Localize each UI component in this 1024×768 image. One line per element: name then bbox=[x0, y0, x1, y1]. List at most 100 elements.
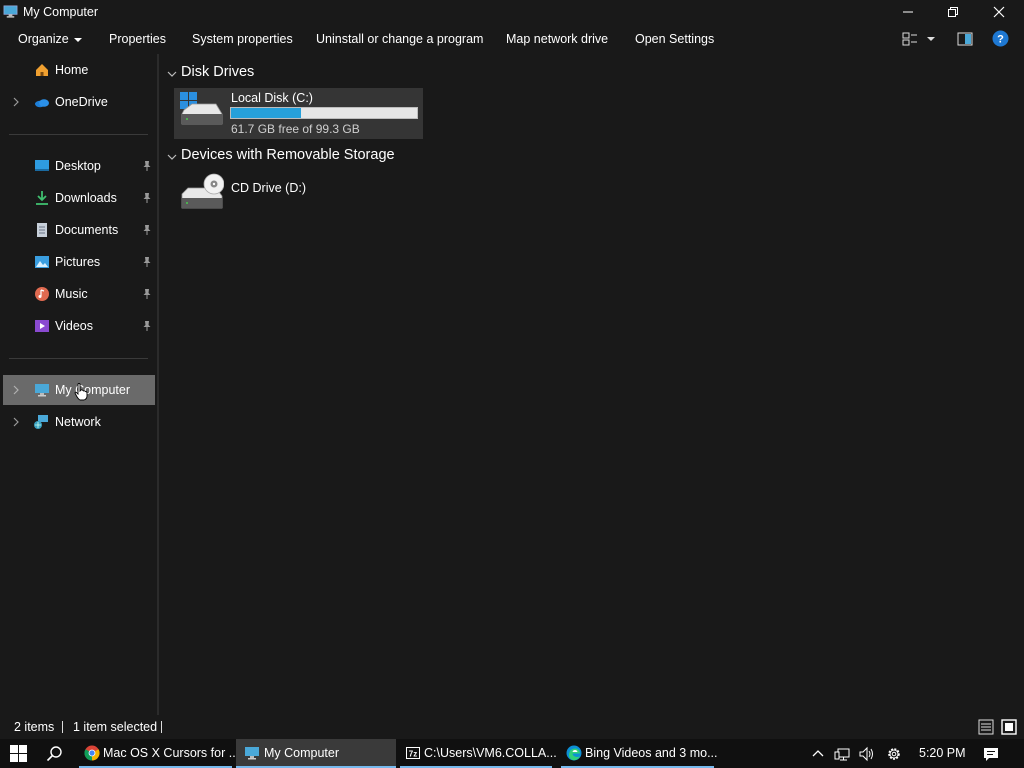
chevron-down-icon[interactable] bbox=[166, 68, 178, 80]
group-label-removable-storage: Devices with Removable Storage bbox=[181, 147, 395, 163]
system-properties-button[interactable]: System properties bbox=[192, 30, 293, 48]
drive-c-free-space: 61.7 GB free of 99.3 GB bbox=[231, 122, 360, 136]
clock[interactable]: 5:20 PM bbox=[919, 746, 966, 760]
organize-button[interactable]: Organize bbox=[18, 30, 83, 48]
pictures-icon bbox=[35, 256, 49, 268]
status-divider bbox=[161, 721, 162, 733]
nav-item-music[interactable]: Music bbox=[0, 280, 155, 308]
drive-d-label: CD Drive (D:) bbox=[231, 181, 306, 195]
pane-splitter[interactable] bbox=[157, 54, 159, 715]
title-bar[interactable]: My Computer bbox=[0, 0, 1024, 24]
window-title: My Computer bbox=[23, 5, 99, 19]
large-icons-view-icon[interactable] bbox=[1001, 719, 1017, 735]
nav-item-videos[interactable]: Videos bbox=[0, 312, 155, 340]
taskbar: Mac OS X Cursors for ... My Computer 7z … bbox=[0, 739, 1024, 768]
chevron-right-icon[interactable] bbox=[10, 384, 22, 396]
status-selection-count: 1 item selected bbox=[73, 720, 158, 734]
hand-cursor-icon bbox=[74, 383, 88, 401]
status-item-count: 2 items bbox=[14, 720, 55, 734]
nav-label-documents: Documents bbox=[55, 223, 119, 237]
open-settings-button[interactable]: Open Settings bbox=[635, 30, 714, 48]
svg-text:7z: 7z bbox=[409, 750, 417, 759]
nav-item-pictures[interactable]: Pictures bbox=[0, 248, 155, 276]
volume-icon[interactable] bbox=[858, 746, 874, 762]
command-bar: Organize Properties System properties Un… bbox=[0, 24, 1024, 54]
gear-icon[interactable] bbox=[886, 746, 902, 762]
taskbar-app-7zip[interactable]: 7z C:\Users\VM6.COLLA... bbox=[400, 739, 557, 768]
taskbar-app-edge[interactable]: Bing Videos and 3 mo... bbox=[561, 739, 718, 768]
chevron-down-icon[interactable] bbox=[166, 151, 178, 163]
taskbar-app-label: Bing Videos and 3 mo... bbox=[585, 746, 718, 760]
edge-icon bbox=[566, 745, 582, 761]
status-divider bbox=[62, 721, 63, 733]
taskbar-app-label: Mac OS X Cursors for ... bbox=[103, 746, 240, 760]
network-icon bbox=[34, 415, 48, 429]
close-icon bbox=[993, 6, 1005, 18]
drive-c-usage-fill bbox=[231, 108, 301, 118]
restore-icon bbox=[948, 7, 958, 17]
taskbar-app-chrome[interactable]: Mac OS X Cursors for ... bbox=[79, 739, 239, 768]
nav-label-home: Home bbox=[55, 63, 89, 77]
computer-icon bbox=[245, 747, 259, 760]
nav-item-documents[interactable]: Documents bbox=[0, 216, 155, 244]
group-label-disk-drives: Disk Drives bbox=[181, 64, 255, 80]
start-windows-icon[interactable] bbox=[10, 745, 27, 762]
pin-icon[interactable] bbox=[141, 288, 153, 300]
minimize-button[interactable] bbox=[885, 0, 931, 24]
caret-down-icon bbox=[73, 37, 82, 42]
status-bar: 2 items 1 item selected bbox=[0, 715, 1024, 739]
preview-pane-icon[interactable] bbox=[957, 31, 973, 47]
pin-icon[interactable] bbox=[141, 320, 153, 332]
uninstall-program-button[interactable]: Uninstall or change a program bbox=[316, 30, 483, 48]
nav-label-downloads: Downloads bbox=[55, 191, 117, 205]
notifications-icon[interactable] bbox=[983, 746, 999, 762]
restore-button[interactable] bbox=[930, 0, 976, 24]
chevron-right-icon[interactable] bbox=[10, 416, 22, 428]
search-icon[interactable] bbox=[46, 745, 63, 762]
svg-text:?: ? bbox=[997, 34, 1004, 46]
organize-label: Organize bbox=[18, 32, 69, 46]
nav-item-onedrive[interactable]: OneDrive bbox=[0, 88, 155, 116]
drive-c-label: Local Disk (C:) bbox=[231, 91, 313, 105]
nav-label-videos: Videos bbox=[55, 319, 93, 333]
chevron-right-icon[interactable] bbox=[10, 96, 22, 108]
document-icon bbox=[37, 223, 47, 237]
computer-icon bbox=[35, 384, 49, 397]
pin-icon[interactable] bbox=[141, 192, 153, 204]
nav-label-my-computer: My Computer bbox=[55, 383, 131, 397]
nav-item-network[interactable]: Network bbox=[0, 408, 155, 436]
pin-icon[interactable] bbox=[141, 160, 153, 172]
nav-label-network: Network bbox=[55, 415, 101, 429]
nav-label-music: Music bbox=[55, 287, 88, 301]
7zip-icon: 7z bbox=[406, 747, 420, 759]
chrome-icon bbox=[84, 745, 100, 761]
pin-icon[interactable] bbox=[141, 224, 153, 236]
computer-icon bbox=[3, 5, 18, 18]
details-view-icon[interactable] bbox=[978, 719, 994, 735]
taskbar-app-label: C:\Users\VM6.COLLA... bbox=[424, 746, 557, 760]
taskbar-app-my-computer[interactable]: My Computer bbox=[236, 739, 396, 768]
local-disk-icon bbox=[180, 92, 223, 125]
close-button[interactable] bbox=[976, 0, 1022, 24]
properties-button[interactable]: Properties bbox=[109, 30, 166, 48]
nav-label-onedrive: OneDrive bbox=[55, 95, 108, 109]
change-view-icon[interactable] bbox=[902, 31, 918, 47]
nav-label-pictures: Pictures bbox=[55, 255, 101, 269]
minimize-icon bbox=[903, 11, 913, 13]
onedrive-icon bbox=[35, 99, 49, 108]
network-icon[interactable] bbox=[834, 746, 850, 762]
map-network-drive-button[interactable]: Map network drive bbox=[506, 30, 608, 48]
help-icon[interactable]: ? bbox=[992, 30, 1009, 47]
drive-c-usage-bar bbox=[230, 107, 418, 119]
home-icon bbox=[36, 64, 48, 76]
pin-icon[interactable] bbox=[141, 256, 153, 268]
nav-item-desktop[interactable]: Desktop bbox=[0, 152, 155, 180]
nav-item-downloads[interactable]: Downloads bbox=[0, 184, 155, 212]
chevron-up-icon[interactable] bbox=[810, 746, 826, 762]
videos-icon bbox=[35, 320, 49, 332]
cd-drive-icon bbox=[181, 173, 224, 209]
view-dropdown-icon[interactable] bbox=[926, 34, 936, 44]
nav-item-home[interactable]: Home bbox=[0, 56, 155, 84]
nav-divider bbox=[9, 358, 148, 359]
music-icon bbox=[35, 287, 49, 301]
